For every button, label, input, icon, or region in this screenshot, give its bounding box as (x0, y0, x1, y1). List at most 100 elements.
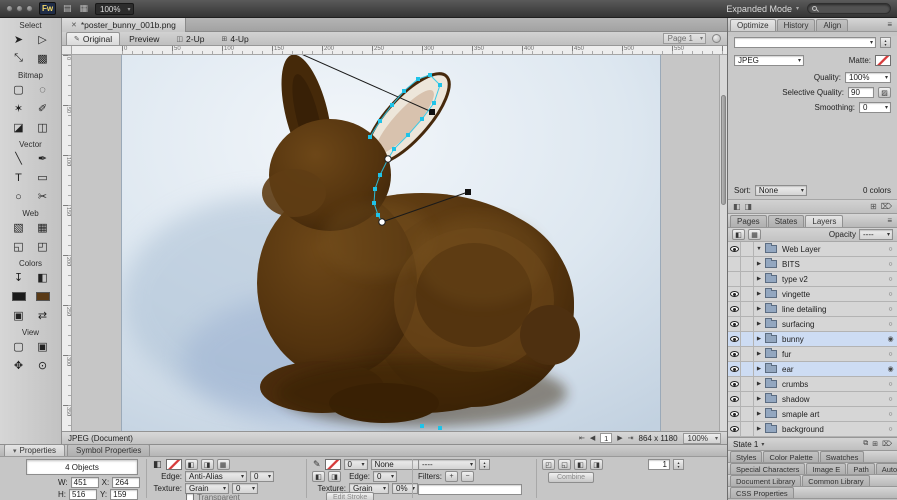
layer-active-indicator[interactable]: ○ (884, 351, 897, 358)
lock-all-icon[interactable]: ▦ (748, 229, 761, 240)
tab-4up[interactable]: ⊞ 4-Up (213, 32, 256, 45)
layer-lock-cell[interactable] (741, 392, 754, 407)
tab-states[interactable]: States (768, 215, 805, 227)
layer-active-indicator[interactable]: ◉ (884, 335, 897, 343)
layer-row-crumbs[interactable]: ▶crumbs○ (728, 377, 897, 392)
x-input[interactable]: 264 (112, 477, 140, 488)
layer-row-ear[interactable]: ▶ear◉ (728, 362, 897, 377)
blend-mode-icon[interactable]: ◧ (732, 229, 745, 240)
layer-active-indicator[interactable]: ○ (884, 291, 897, 298)
lasso-tool[interactable]: ◌ (31, 80, 55, 99)
layer-active-indicator[interactable]: ○ (884, 306, 897, 313)
fill-option-icon[interactable]: ◨ (201, 459, 214, 470)
scrollbar-thumb[interactable] (721, 95, 726, 205)
layer-row-type-v2[interactable]: ▶type v2○ (728, 272, 897, 287)
rectangle-tool[interactable]: ▭ (31, 168, 55, 187)
layer-expand-icon[interactable]: ▶ (754, 276, 764, 282)
props-number-stepper[interactable] (673, 459, 684, 470)
curve-point-1[interactable] (385, 156, 391, 162)
tab-symbol-properties[interactable]: Symbol Properties (67, 444, 150, 456)
window-controls[interactable] (6, 5, 33, 12)
tab-styles[interactable]: Styles (730, 451, 762, 462)
union-icon[interactable]: ◰ (542, 459, 555, 470)
layer-visibility-toggle[interactable] (728, 242, 741, 257)
stroke-color-swatch[interactable] (325, 459, 341, 470)
smoothing-select[interactable]: 0 (859, 102, 891, 113)
stroke-size-select[interactable]: 0 (344, 459, 368, 470)
layer-active-indicator[interactable]: ○ (884, 261, 897, 268)
last-state-icon[interactable]: ⇥ (628, 434, 634, 442)
hotspot-tool[interactable]: ▧ (7, 218, 31, 237)
layer-lock-cell[interactable] (741, 242, 754, 257)
layer-visibility-toggle[interactable] (728, 317, 741, 332)
stroke-edge-amount[interactable]: 0 (373, 471, 397, 482)
previous-state-icon[interactable]: ◀ (590, 434, 595, 442)
pen-tool[interactable]: ✒ (31, 149, 55, 168)
vertical-scrollbar[interactable] (719, 55, 727, 431)
swap-colors-tool[interactable]: ⇄ (31, 306, 55, 325)
layer-expand-icon[interactable]: ▶ (754, 351, 764, 357)
fill-color-swatch[interactable] (166, 459, 182, 470)
layer-expand-icon[interactable]: ▶ (754, 426, 764, 432)
status-zoom-select[interactable]: 100% (683, 433, 721, 444)
new-state-icon[interactable]: ⊞ (872, 440, 878, 448)
eraser-tool[interactable]: ◪ (7, 118, 31, 137)
tab-original[interactable]: ✎ Original (66, 32, 120, 45)
fill-edge-amount[interactable]: 0 (250, 471, 274, 482)
chevron-down-icon[interactable]: ▾ (761, 441, 764, 448)
layer-row-bits[interactable]: ▶BITS○ (728, 257, 897, 272)
delete-swatch-icon[interactable]: ⌦ (881, 202, 892, 211)
saved-settings-select[interactable] (734, 37, 876, 48)
layer-expand-icon[interactable]: ▶ (754, 381, 764, 387)
stroke-color-tool[interactable] (7, 287, 31, 306)
rubber-stamp-tool[interactable]: ◫ (31, 118, 55, 137)
layer-visibility-toggle[interactable] (728, 377, 741, 392)
subselection-tool[interactable]: ▷ (31, 30, 55, 49)
layer-active-indicator[interactable]: ○ (884, 411, 897, 418)
search-input[interactable] (807, 3, 891, 14)
filter-list-box[interactable] (418, 484, 522, 495)
crop-tool[interactable]: ▩ (31, 49, 55, 68)
brush-tool[interactable]: ✐ (31, 99, 55, 118)
zoom-tool[interactable]: ⊙ (31, 356, 55, 375)
layer-lock-cell[interactable] (741, 377, 754, 392)
layer-lock-cell[interactable] (741, 302, 754, 317)
layer-visibility-toggle[interactable] (728, 392, 741, 407)
stroke-option-icon[interactable]: ◨ (328, 471, 341, 482)
layer-lock-cell[interactable] (741, 332, 754, 347)
canvas-image[interactable] (122, 55, 660, 431)
layer-visibility-toggle[interactable] (728, 332, 741, 347)
layer-visibility-toggle[interactable] (728, 362, 741, 377)
quality-select[interactable]: 100% (845, 72, 891, 83)
layer-expand-icon[interactable]: ▼ (754, 246, 764, 252)
layer-active-indicator[interactable]: ○ (884, 321, 897, 328)
layer-expand-icon[interactable]: ▶ (754, 336, 764, 342)
tab-properties[interactable]: ▾ Properties (4, 444, 65, 456)
first-state-icon[interactable]: ⇤ (579, 434, 585, 442)
current-state-field[interactable]: 1 (600, 433, 612, 443)
page-options-icon[interactable] (712, 34, 721, 43)
document-icon[interactable]: ▤ (62, 3, 73, 14)
layer-visibility-toggle[interactable] (728, 347, 741, 362)
matte-color-swatch[interactable] (875, 55, 891, 66)
layer-active-indicator[interactable]: ○ (884, 426, 897, 433)
tab-preview[interactable]: Preview (121, 32, 167, 45)
width-input[interactable]: 451 (71, 477, 99, 488)
hand-tool[interactable]: ✥ (7, 356, 31, 375)
selective-quality-input[interactable]: 90 (848, 87, 874, 98)
zoom-level-select[interactable]: 100% (95, 3, 133, 15)
tab-align[interactable]: Align (816, 19, 848, 31)
ellipse-tool[interactable]: ○ (7, 187, 31, 206)
layer-visibility-toggle[interactable] (728, 287, 741, 302)
style-select[interactable]: ---- (418, 459, 476, 470)
slice-tool[interactable]: ▦ (31, 218, 55, 237)
y-input[interactable]: 159 (110, 489, 138, 500)
document-tab[interactable]: ✕ *poster_bunny_001b.png (62, 18, 186, 32)
delete-state-icon[interactable]: ⌦ (882, 440, 892, 448)
layer-expand-icon[interactable]: ▶ (754, 411, 764, 417)
height-input[interactable]: 516 (69, 489, 97, 500)
line-tool[interactable]: ╲ (7, 149, 31, 168)
tab-history[interactable]: History (777, 19, 816, 31)
remove-filter-button[interactable]: − (461, 471, 474, 482)
layer-expand-icon[interactable]: ▶ (754, 396, 764, 402)
